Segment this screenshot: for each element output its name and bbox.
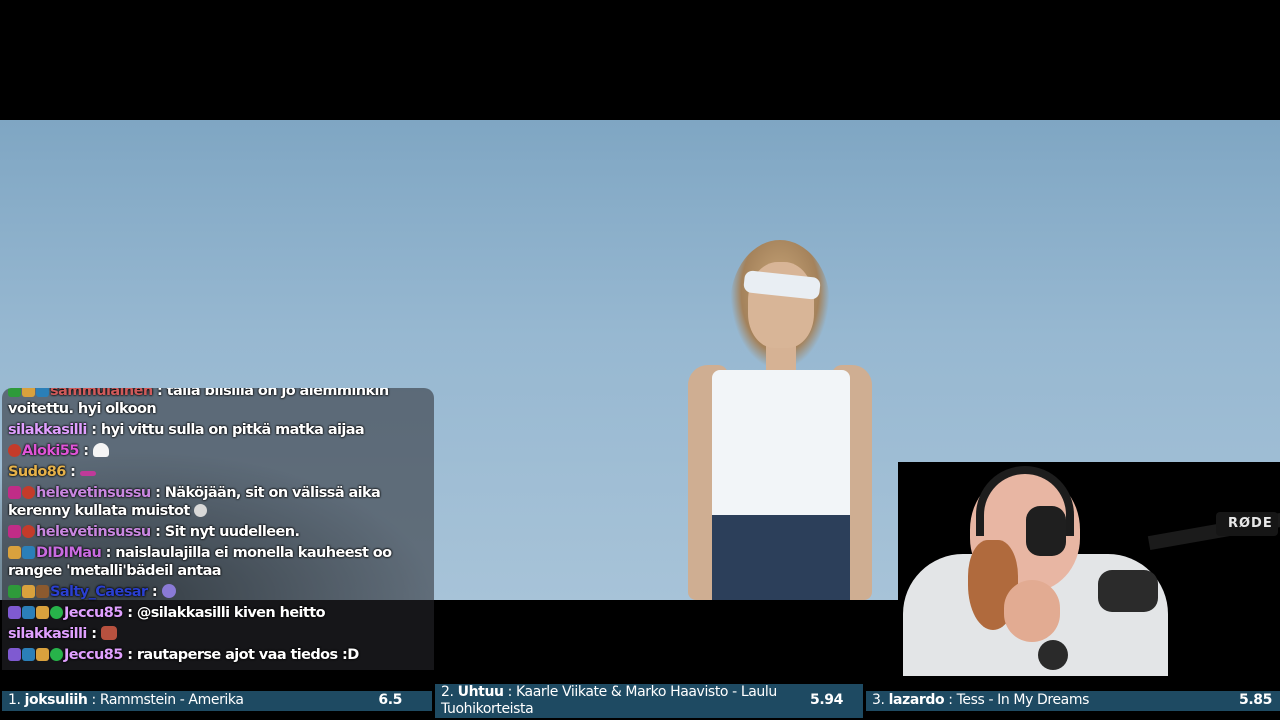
chat-username[interactable]: silakkasilli (8, 422, 87, 438)
chat-text: : rautaperse ajot vaa tiedos :D (127, 647, 359, 663)
crown-badge-icon (36, 648, 49, 661)
brick-emote-icon (100, 626, 117, 640)
chat-text: : Sit nyt uudelleen. (155, 524, 300, 540)
chat-message: silakkasilli : hyi vittu sulla on pitkä … (8, 421, 428, 439)
scoreboard-score: 5.85 (1239, 692, 1272, 708)
chat-message: silakkasilli : (8, 625, 428, 643)
red-badge-icon (22, 525, 35, 538)
purple-badge-icon (8, 648, 21, 661)
scoreboard-score: 6.5 (378, 692, 402, 708)
heart-badge-icon (8, 486, 21, 499)
headphone-cup (1026, 506, 1066, 556)
crown-badge-icon (22, 388, 35, 397)
scoreboard-name: Uhtuu (457, 684, 504, 700)
scoreboard-name: joksuliih (24, 692, 88, 708)
chat-text: : hyi vittu sulla on pitkä matka aijaa (91, 422, 365, 438)
chat-text: : (83, 443, 89, 459)
chat-text: : (91, 626, 97, 642)
red-badge-icon (22, 486, 35, 499)
orb-emote-icon (161, 584, 176, 598)
check-badge-icon (50, 648, 63, 661)
chat-message: sammulainen : tällä biisillä on jo aiemm… (8, 388, 428, 418)
chat-message: helevetinsussu : Näköjään, sit on väliss… (8, 484, 428, 520)
streamer-webcam: RØDE (898, 462, 1280, 676)
green-badge-icon (8, 388, 21, 397)
chat-text: : @silakkasilli kiven heitto (127, 605, 325, 621)
scoreboard-entry-1: 1. joksuliih : Rammstein - Amerika 6.5 (2, 691, 432, 711)
chat-username[interactable]: silakkasilli (8, 626, 87, 642)
blue-badge-icon (36, 388, 49, 397)
blue-badge-icon (22, 648, 35, 661)
ghost-emote-icon (92, 443, 109, 457)
scoreboard-entry-3: 3. lazardo : Tess - In My Dreams 5.85 (866, 691, 1280, 711)
chat-username[interactable]: Sudo86 (8, 464, 66, 480)
chat-username[interactable]: helevetinsussu (36, 524, 151, 540)
chat-text: : (70, 464, 76, 480)
blue-badge-icon (22, 606, 35, 619)
scoreboard-rank: 1. (8, 692, 21, 708)
green-badge-icon (8, 585, 21, 598)
crown-badge-icon (8, 546, 21, 559)
chat-text: : (151, 584, 158, 600)
chat-username[interactable]: Jeccu85 (64, 647, 123, 663)
chat-message: Jeccu85 : rautaperse ajot vaa tiedos :D (8, 646, 428, 664)
blindfolded-woman-figure (660, 240, 900, 600)
blue-badge-icon (22, 546, 35, 559)
mic-brand-label: RØDE (1228, 516, 1273, 531)
chat-username[interactable]: Salty_Caesar (50, 584, 148, 600)
scoreboard-rank: 2. (441, 684, 454, 700)
check-badge-icon (50, 606, 63, 619)
scoreboard-song: : Rammstein - Amerika (91, 692, 244, 708)
purple-badge-icon (8, 606, 21, 619)
chat-username[interactable]: sammulainen (50, 388, 153, 399)
face-emote-icon (194, 504, 208, 517)
chat-username[interactable]: Aloki55 (22, 443, 79, 459)
crown-badge-icon (22, 585, 35, 598)
chat-username[interactable]: helevetinsussu (36, 485, 151, 501)
chat-message: Aloki55 : (8, 442, 428, 460)
chat-message: Jeccu85 : @silakkasilli kiven heitto (8, 604, 428, 622)
gift-badge-icon (36, 585, 49, 598)
pink-emote-icon (79, 471, 96, 476)
chat-username[interactable]: DIDIMau (36, 545, 102, 561)
chat-message: helevetinsussu : Sit nyt uudelleen. (8, 523, 428, 541)
microphone-icon (1098, 570, 1158, 612)
scoreboard-score: 5.94 (810, 692, 843, 708)
scoreboard-name: lazardo (888, 692, 945, 708)
chat-message: DIDIMau : naislaulajilla ei monella kauh… (8, 544, 428, 580)
chat-overlay: sammulainen : tällä biisillä on jo aiemm… (2, 388, 434, 670)
scoreboard-entry-2: 2. Uhtuu : Kaarle Viikate & Marko Haavis… (435, 684, 863, 718)
chat-message: Sudo86 : (8, 463, 428, 481)
chat-message-list: sammulainen : tällä biisillä on jo aiemm… (8, 388, 428, 667)
crown-badge-icon (36, 606, 49, 619)
scoreboard-song: : Tess - In My Dreams (948, 692, 1089, 708)
streamer-hand (1004, 580, 1060, 642)
chat-message: Salty_Caesar : (8, 583, 428, 601)
wristwatch (1038, 640, 1068, 670)
chat-username[interactable]: Jeccu85 (64, 605, 123, 621)
red-badge-icon (8, 444, 21, 457)
scoreboard-rank: 3. (872, 692, 885, 708)
heart-badge-icon (8, 525, 21, 538)
